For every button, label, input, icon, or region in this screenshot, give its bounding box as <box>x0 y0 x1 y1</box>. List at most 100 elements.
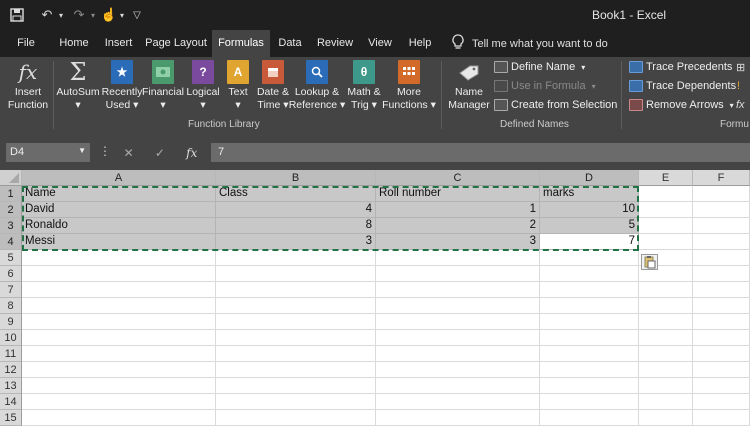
tell-me-search[interactable]: Tell me what you want to do <box>452 30 608 57</box>
cell-c3[interactable]: 2 <box>376 218 540 234</box>
cell-a14[interactable] <box>22 394 216 410</box>
tab-page-layout[interactable]: Page Layout <box>144 30 208 57</box>
row-header-12[interactable]: 12 <box>0 362 22 378</box>
save-icon[interactable] <box>8 5 26 25</box>
cell-b13[interactable] <box>216 378 376 394</box>
tab-insert[interactable]: Insert <box>100 30 137 57</box>
cell-d14[interactable] <box>540 394 639 410</box>
trace-precedents-button[interactable]: Trace Precedents <box>629 61 732 73</box>
cell-c4[interactable]: 3 <box>376 234 540 250</box>
cell-f3[interactable] <box>693 218 750 234</box>
logical-button[interactable]: ? Logical ▾ <box>185 60 221 112</box>
row-header-9[interactable]: 9 <box>0 314 22 330</box>
row-header-10[interactable]: 10 <box>0 330 22 346</box>
math-trig-button[interactable]: θ Math & Trig ▾ <box>345 60 383 112</box>
show-formulas-icon[interactable]: ⊞ <box>736 61 745 74</box>
cell-d2[interactable]: 10 <box>540 202 639 218</box>
cell-b2[interactable]: 4 <box>216 202 376 218</box>
cell-f10[interactable] <box>693 330 750 346</box>
cell-b15[interactable] <box>216 410 376 426</box>
cell-a8[interactable] <box>22 298 216 314</box>
customize-qat-icon[interactable]: ▽ <box>130 5 144 25</box>
cell-d1[interactable]: marks <box>540 186 639 202</box>
date-time-button[interactable]: Date & Time ▾ <box>255 60 291 112</box>
cell-a4[interactable]: Messi <box>22 234 216 250</box>
redo-dropdown-icon[interactable]: ▾ <box>88 5 98 25</box>
cell-d11[interactable] <box>540 346 639 362</box>
cell-d6[interactable] <box>540 266 639 282</box>
cell-b14[interactable] <box>216 394 376 410</box>
cell-c2[interactable]: 1 <box>376 202 540 218</box>
tab-review[interactable]: Review <box>312 30 358 57</box>
tab-data[interactable]: Data <box>275 30 305 57</box>
cell-e7[interactable] <box>639 282 693 298</box>
cell-d9[interactable] <box>540 314 639 330</box>
cell-e12[interactable] <box>639 362 693 378</box>
formula-bar-grip-icon[interactable]: ⋮ <box>99 144 111 158</box>
cell-f9[interactable] <box>693 314 750 330</box>
remove-arrows-button[interactable]: Remove Arrows ▾ <box>629 99 734 111</box>
evaluate-formula-icon[interactable]: fx <box>736 99 745 111</box>
cell-e2[interactable] <box>639 202 693 218</box>
row-header-11[interactable]: 11 <box>0 346 22 362</box>
row-header-6[interactable]: 6 <box>0 266 22 282</box>
cell-b7[interactable] <box>216 282 376 298</box>
cell-b3[interactable]: 8 <box>216 218 376 234</box>
cell-e13[interactable] <box>639 378 693 394</box>
cell-c11[interactable] <box>376 346 540 362</box>
cell-a9[interactable] <box>22 314 216 330</box>
create-from-selection-button[interactable]: Create from Selection <box>494 99 617 111</box>
lookup-reference-button[interactable]: Lookup & Reference ▾ <box>289 60 345 112</box>
cell-c14[interactable] <box>376 394 540 410</box>
name-box[interactable]: D4 ▼ <box>6 143 90 162</box>
row-header-2[interactable]: 2 <box>0 202 22 218</box>
cell-c7[interactable] <box>376 282 540 298</box>
cell-c6[interactable] <box>376 266 540 282</box>
autosum-button[interactable]: Σ AutoSum ▾ <box>56 60 100 112</box>
cell-e8[interactable] <box>639 298 693 314</box>
cell-f8[interactable] <box>693 298 750 314</box>
cell-f6[interactable] <box>693 266 750 282</box>
cell-b4[interactable]: 3 <box>216 234 376 250</box>
cell-f7[interactable] <box>693 282 750 298</box>
text-button[interactable]: A Text ▾ <box>225 60 251 112</box>
cell-f15[interactable] <box>693 410 750 426</box>
financial-button[interactable]: Financial ▾ <box>142 60 184 112</box>
cell-c13[interactable] <box>376 378 540 394</box>
cell-f11[interactable] <box>693 346 750 362</box>
column-header-a[interactable]: A <box>22 170 216 186</box>
row-header-3[interactable]: 3 <box>0 218 22 234</box>
cell-d10[interactable] <box>540 330 639 346</box>
cell-c9[interactable] <box>376 314 540 330</box>
enter-entry-icon[interactable]: ✓ <box>155 146 165 160</box>
cell-a15[interactable] <box>22 410 216 426</box>
cell-a7[interactable] <box>22 282 216 298</box>
cell-b11[interactable] <box>216 346 376 362</box>
row-header-8[interactable]: 8 <box>0 298 22 314</box>
more-functions-button[interactable]: More Functions ▾ <box>382 60 436 112</box>
cell-e15[interactable] <box>639 410 693 426</box>
cell-f12[interactable] <box>693 362 750 378</box>
cell-d8[interactable] <box>540 298 639 314</box>
cell-f4[interactable] <box>693 234 750 250</box>
tab-home[interactable]: Home <box>55 30 93 57</box>
touch-mode-icon[interactable]: ☝ <box>100 5 118 25</box>
cell-e4[interactable] <box>639 234 693 250</box>
insert-function-button[interactable]: fx Insert Function <box>6 60 50 112</box>
cell-d3[interactable]: 5 <box>540 218 639 234</box>
recently-used-button[interactable]: ★ Recently Used ▾ <box>101 60 143 112</box>
cell-f1[interactable] <box>693 186 750 202</box>
cell-a6[interactable] <box>22 266 216 282</box>
row-header-15[interactable]: 15 <box>0 410 22 426</box>
cell-a1[interactable]: Name <box>22 186 216 202</box>
row-header-1[interactable]: 1 <box>0 186 22 202</box>
cancel-entry-icon[interactable]: ✕ <box>124 146 134 160</box>
cell-e10[interactable] <box>639 330 693 346</box>
touch-dropdown-icon[interactable]: ▾ <box>117 5 127 25</box>
cell-a11[interactable] <box>22 346 216 362</box>
cell-d15[interactable] <box>540 410 639 426</box>
select-all-corner[interactable] <box>0 170 22 186</box>
cell-d5[interactable] <box>540 250 639 266</box>
cell-b8[interactable] <box>216 298 376 314</box>
column-header-f[interactable]: F <box>693 170 750 186</box>
